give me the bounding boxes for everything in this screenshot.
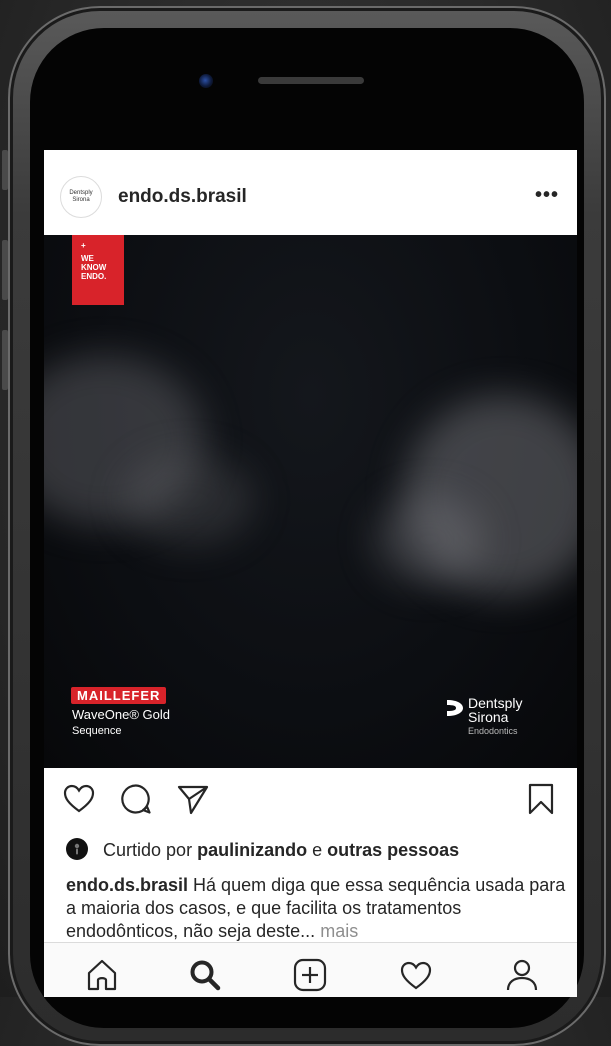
product-subtitle: Sequence xyxy=(72,725,122,737)
post-header: Dentsply Sirona endo.ds.brasil ••• xyxy=(44,150,577,236)
cloud-left-small xyxy=(124,455,254,545)
heart-icon[interactable] xyxy=(62,782,96,816)
badge-line-2: KNOW xyxy=(81,263,107,272)
likes-prefix: Curtido por xyxy=(103,840,193,860)
more-options-button[interactable]: ••• xyxy=(535,184,559,207)
front-camera xyxy=(199,74,213,88)
volume-down-button xyxy=(2,330,8,390)
home-icon[interactable] xyxy=(84,957,120,993)
earpiece-speaker xyxy=(258,77,364,84)
share-icon[interactable] xyxy=(176,782,210,816)
post-action-bar xyxy=(44,768,577,828)
maillefer-brand-badge: MAILLEFER xyxy=(71,687,167,704)
likes-others[interactable]: outras pessoas xyxy=(327,840,459,860)
volume-up-button xyxy=(2,240,8,300)
likes-user[interactable]: paulinizando xyxy=(197,840,307,860)
search-icon[interactable] xyxy=(187,957,223,993)
instagram-screen: Dentsply Sirona endo.ds.brasil ••• + WE … xyxy=(44,150,577,997)
caption-more-link[interactable]: mais xyxy=(320,921,358,941)
likes-line: Curtido por paulinizando e outras pessoa… xyxy=(66,838,459,861)
post-media[interactable]: + WE KNOW ENDO. MAILLEFER WaveOne® Gold … xyxy=(44,235,577,768)
likes-joiner: e xyxy=(312,840,323,860)
wordmark-line-1: Dentsply xyxy=(468,695,523,711)
comment-icon[interactable] xyxy=(119,782,153,816)
badge-line-3: ENDO. xyxy=(81,272,107,281)
person-silhouette-icon xyxy=(74,843,80,855)
mute-switch xyxy=(2,150,8,190)
badge-line-1: WE xyxy=(81,254,94,263)
caption-author[interactable]: endo.ds.brasil xyxy=(66,875,188,895)
bottom-tab-bar xyxy=(44,942,577,997)
dentsply-sirona-logo-icon xyxy=(447,700,463,716)
cloud-right-small xyxy=(374,495,484,585)
we-know-endo-badge: + WE KNOW ENDO. xyxy=(72,235,124,305)
avatar-logo-text: Dentsply Sirona xyxy=(69,190,93,203)
product-name: WaveOne® Gold xyxy=(72,707,170,722)
activity-icon[interactable] xyxy=(398,957,434,993)
wordmark-line-2: Sirona xyxy=(468,709,509,725)
bookmark-icon[interactable] xyxy=(524,782,558,816)
badge-plus: + xyxy=(81,241,86,250)
avatar[interactable]: Dentsply Sirona xyxy=(60,176,102,218)
endodontics-label: Endodontics xyxy=(468,726,518,736)
post-caption: endo.ds.brasil Há quem diga que essa seq… xyxy=(66,874,566,943)
post-username[interactable]: endo.ds.brasil xyxy=(118,186,247,208)
add-icon[interactable] xyxy=(292,957,328,993)
liker-avatar[interactable] xyxy=(66,838,88,860)
dentsply-sirona-wordmark: Dentsply Sirona xyxy=(468,696,522,724)
profile-icon[interactable] xyxy=(504,957,540,993)
